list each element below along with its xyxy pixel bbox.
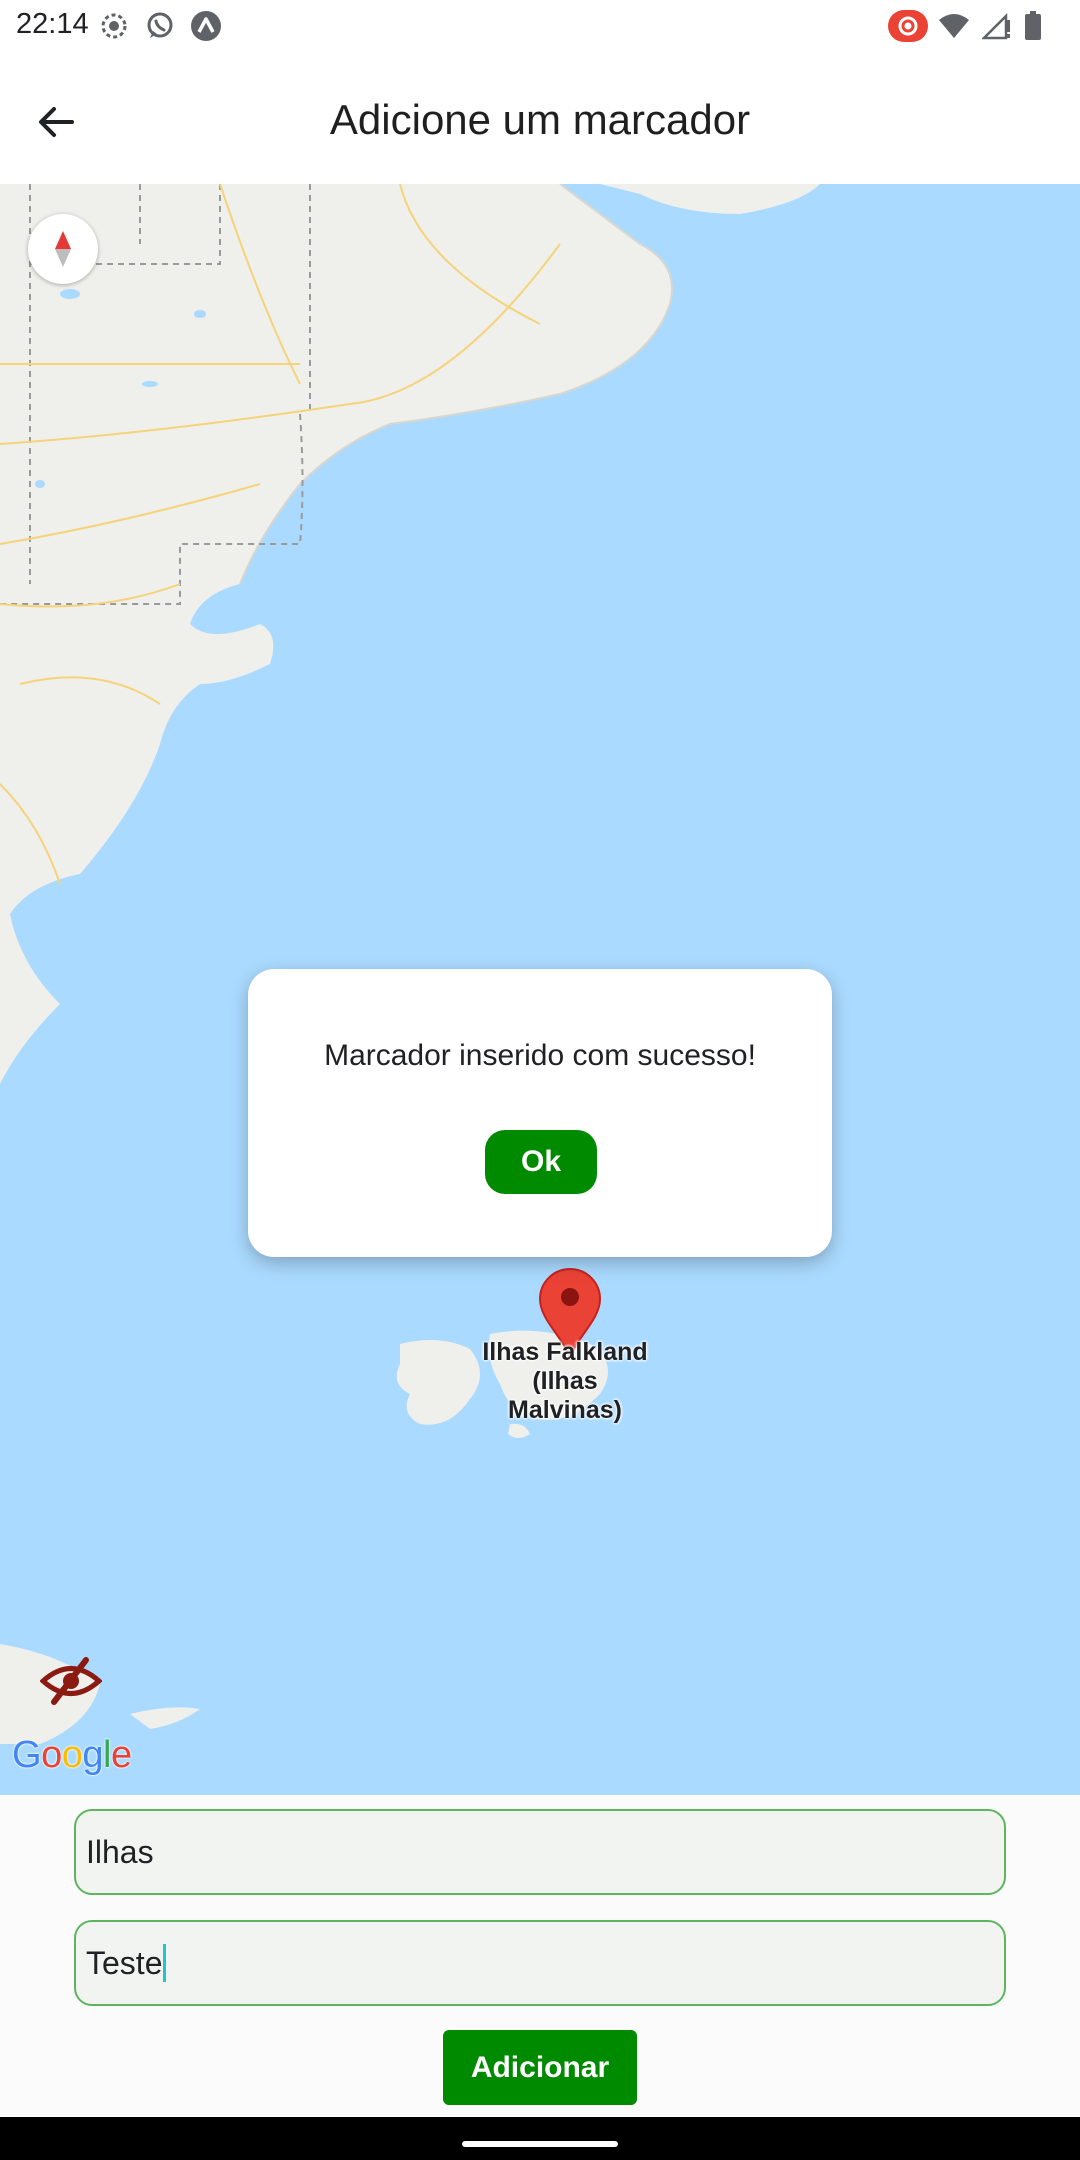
add-marker-button[interactable]: Adicionar xyxy=(443,2030,637,2105)
place-label-line-2: (Ilhas xyxy=(532,1367,598,1395)
dialog-message: Marcador inserido com sucesso! xyxy=(324,1039,756,1072)
status-time: 22:14 xyxy=(16,8,89,40)
arc-app-icon xyxy=(190,10,222,42)
page-title: Adicione um marcador xyxy=(329,96,751,143)
navigation-bar xyxy=(0,2117,1080,2160)
whatsapp-icon xyxy=(144,10,176,42)
status-right-icons xyxy=(888,10,1044,42)
visibility-off-icon[interactable] xyxy=(39,1656,103,1706)
signal-icon xyxy=(980,10,1012,42)
success-dialog: Marcador inserido com sucesso! Ok xyxy=(248,969,832,1257)
ok-button[interactable]: Ok xyxy=(485,1130,597,1194)
status-bar: 22:14 xyxy=(0,0,1080,52)
compass-button[interactable] xyxy=(28,214,98,284)
marker-description-input[interactable]: Teste xyxy=(74,1920,1006,2006)
place-label: Ilhas Falkland (Ilhas Malvinas) xyxy=(470,1338,660,1425)
place-label-line-1: Ilhas Falkland xyxy=(482,1338,648,1366)
battery-icon xyxy=(1022,10,1044,42)
text-cursor xyxy=(163,1944,167,1982)
marker-title-value: Ilhas xyxy=(86,1833,154,1870)
wifi-icon xyxy=(938,10,970,42)
marker-form: Ilhas Teste Adicionar xyxy=(0,1795,1080,2117)
screen-record-icon xyxy=(98,10,130,42)
place-label-line-3: Malvinas) xyxy=(508,1396,622,1424)
home-gesture-handle[interactable] xyxy=(462,2141,618,2147)
marker-description-value: Teste xyxy=(86,1944,163,1981)
app-bar: Adicione um marcador xyxy=(0,52,1080,184)
marker-title-input[interactable]: Ilhas xyxy=(74,1809,1006,1895)
cast-record-icon xyxy=(888,10,928,42)
compass-icon xyxy=(55,231,71,267)
status-left-icons xyxy=(98,10,222,42)
google-logo: Google xyxy=(12,1734,132,1776)
